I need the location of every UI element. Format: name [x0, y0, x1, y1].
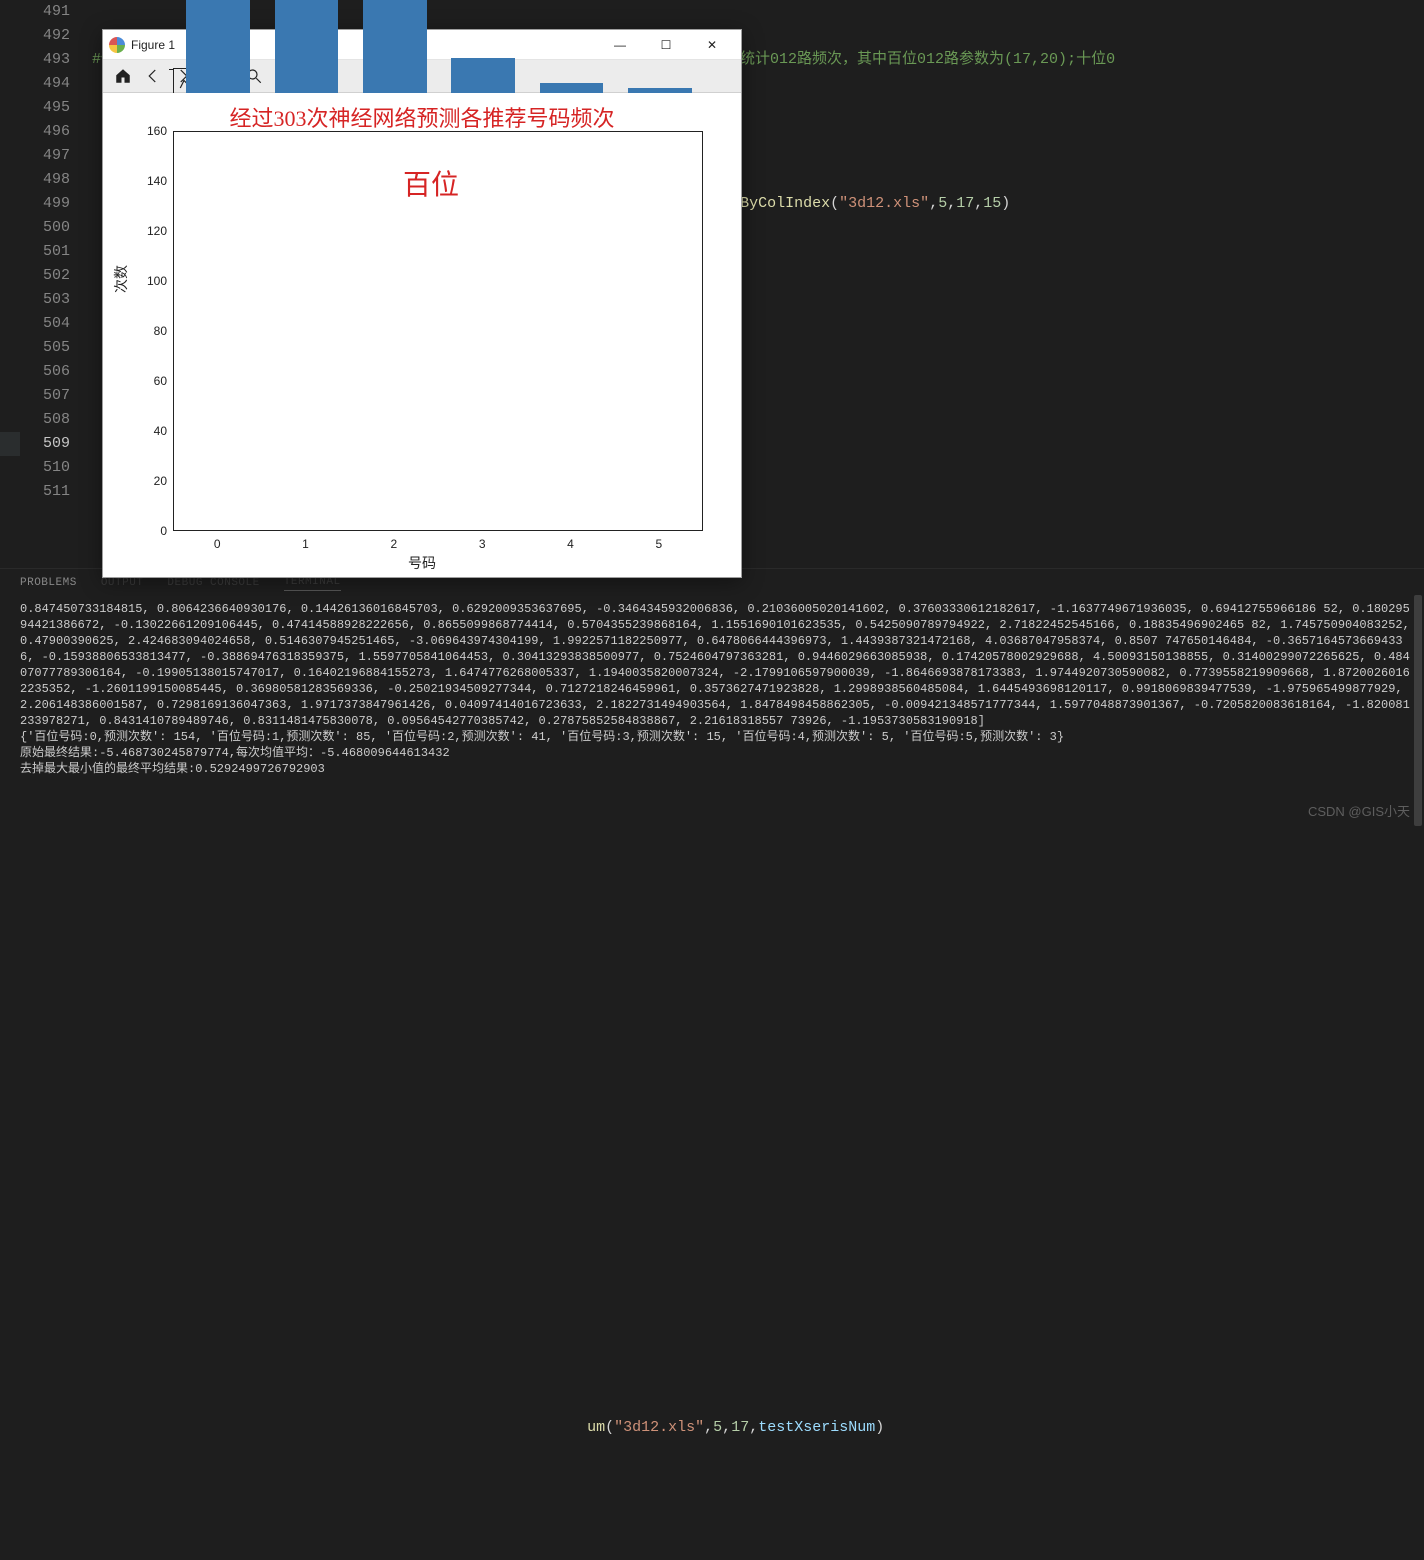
bottom-panel: PROBLEMS OUTPUT DEBUG CONSOLE TERMINAL 0… — [0, 568, 1424, 826]
chart-area: 经过303次神经网络预测各推荐号码频次 百位 次数 号码 02040608010… — [103, 93, 741, 577]
figure-title: Figure 1 — [131, 38, 175, 52]
code-comma: , — [722, 1419, 731, 1436]
code-paren: ( — [605, 1419, 614, 1436]
code-comma: , — [929, 195, 938, 212]
line-number: 495 — [0, 96, 70, 120]
terminal-line: 去掉最大最小值的最终平均结果:0.5292499726792903 — [20, 761, 1410, 777]
chart-ytick: 20 — [154, 474, 167, 488]
close-button[interactable]: ✕ — [689, 30, 735, 60]
chart-ylabel: 次数 — [111, 265, 131, 293]
tab-debug-console[interactable]: DEBUG CONSOLE — [167, 577, 259, 589]
chart-ytick: 100 — [147, 274, 167, 288]
line-number: 492 — [0, 24, 70, 48]
chart-bar — [451, 58, 515, 96]
line-number: 498 — [0, 168, 70, 192]
chart-bar — [275, 0, 339, 95]
terminal-line: {'百位号码:0,预测次数': 154, '百位号码:1,预测次数': 85, … — [20, 729, 1410, 745]
active-line-highlight — [0, 432, 20, 456]
toolbar-edit-button[interactable] — [173, 68, 201, 96]
chart-ytick: 140 — [147, 174, 167, 188]
chart-xlabel: 号码 — [103, 553, 741, 573]
chart-xtick: 1 — [302, 537, 309, 551]
chart-ytick: 80 — [154, 324, 167, 338]
chart-ytick: 160 — [147, 124, 167, 138]
code-indent — [92, 1419, 587, 1436]
tab-output[interactable]: OUTPUT — [101, 577, 144, 589]
code-number: 15 — [983, 195, 1001, 212]
terminal-output[interactable]: 0.847450733184815, 0.8064236640930176, 0… — [0, 595, 1424, 826]
code-comma: , — [704, 1419, 713, 1436]
figure-window[interactable]: Figure 1 — ☐ ✕ — [102, 29, 742, 578]
line-number: 494 — [0, 72, 70, 96]
minimap[interactable] — [1420, 0, 1424, 576]
line-number: 502 — [0, 264, 70, 288]
terminal-line: 0.847450733184815, 0.8064236640930176, 0… — [20, 601, 1410, 729]
line-number: 503 — [0, 288, 70, 312]
chart-ytick: 60 — [154, 374, 167, 388]
toolbar-home-button[interactable] — [109, 62, 137, 90]
matplotlib-icon — [109, 37, 125, 53]
chart-bar — [363, 0, 427, 95]
line-number: 497 — [0, 144, 70, 168]
toolbar-back-button[interactable] — [139, 62, 167, 90]
chart-bar — [186, 0, 250, 95]
chart-ytick: 40 — [154, 424, 167, 438]
line-number: 501 — [0, 240, 70, 264]
line-number: 506 — [0, 360, 70, 384]
code-comma: , — [947, 195, 956, 212]
code-func: um — [587, 1419, 605, 1436]
line-number: 496 — [0, 120, 70, 144]
code-comma: , — [974, 195, 983, 212]
line-number: 504 — [0, 312, 70, 336]
figure-toolbar — [103, 60, 741, 93]
code-comma: , — [749, 1419, 758, 1436]
line-number: 493 — [0, 48, 70, 72]
line-number: 507 — [0, 384, 70, 408]
line-number: 499 — [0, 192, 70, 216]
chart-xtick: 4 — [567, 537, 574, 551]
code-string: "3d12.xls" — [839, 195, 929, 212]
watermark: CSDN @GIS小天 — [1308, 801, 1410, 820]
code-number: 5 — [713, 1419, 722, 1436]
code-variable: testXserisNum — [758, 1419, 875, 1436]
minimize-button[interactable]: — — [597, 30, 643, 60]
chart-xtick: 2 — [390, 537, 397, 551]
terminal-line: 原始最终结果:-5.468730245879774,每次均值平均：-5.4680… — [20, 745, 1410, 761]
line-number: 505 — [0, 336, 70, 360]
line-number: 510 — [0, 456, 70, 480]
code-paren: ) — [875, 1419, 884, 1436]
chart-xtick: 5 — [655, 537, 662, 551]
terminal-scrollbar[interactable] — [1412, 595, 1424, 826]
tab-problems[interactable]: PROBLEMS — [20, 577, 77, 589]
code-number: 5 — [938, 195, 947, 212]
line-number-gutter: 491 492 493 494 495 496 497 498 499 500 … — [0, 0, 92, 576]
code-paren: ( — [830, 195, 839, 212]
line-number: 511 — [0, 480, 70, 504]
line-number: 500 — [0, 216, 70, 240]
chart-ytick: 120 — [147, 224, 167, 238]
chart-xtick: 0 — [214, 537, 221, 551]
line-number: 491 — [0, 0, 70, 24]
code-paren: ) — [1001, 195, 1010, 212]
line-number: 508 — [0, 408, 70, 432]
maximize-button[interactable]: ☐ — [643, 30, 689, 60]
code-string: "3d12.xls" — [614, 1419, 704, 1436]
chart-title: 经过303次神经网络预测各推荐号码频次 — [103, 101, 741, 133]
chart-xtick: 3 — [479, 537, 486, 551]
chart-ytick: 0 — [160, 524, 167, 538]
code-number: 17 — [956, 195, 974, 212]
chart-plot-area — [173, 131, 703, 531]
code-number: 17 — [731, 1419, 749, 1436]
